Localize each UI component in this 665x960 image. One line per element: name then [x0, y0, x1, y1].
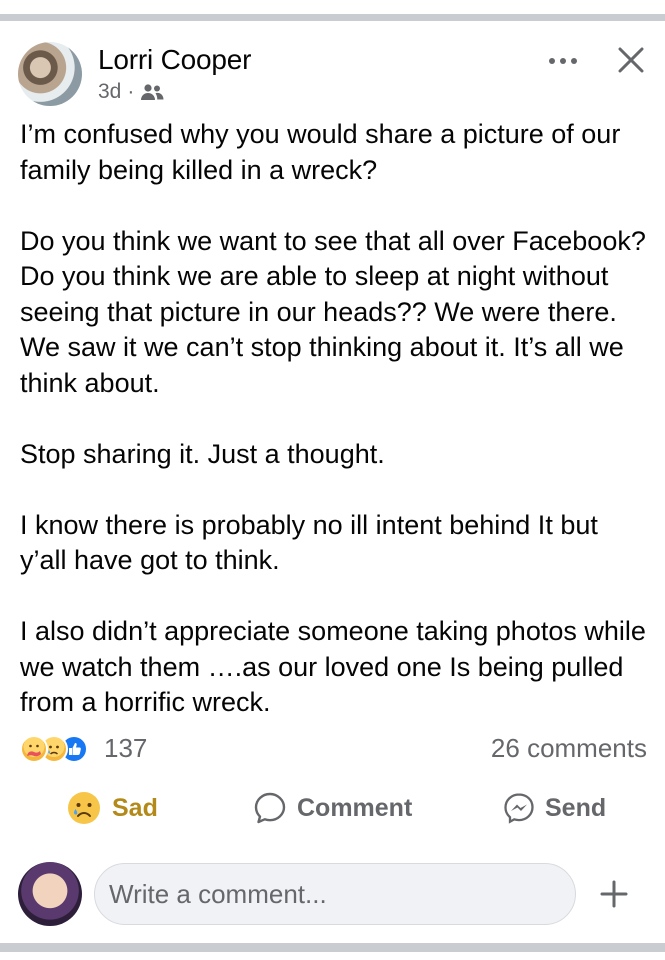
comment-composer — [18, 862, 648, 926]
care-reaction-icon — [20, 735, 48, 763]
post-header: Lorri Cooper 3d · — [18, 42, 648, 108]
top-divider — [0, 14, 665, 21]
comment-label: Comment — [297, 793, 413, 822]
author-name[interactable]: Lorri Cooper — [98, 44, 251, 76]
sad-face-icon — [66, 790, 102, 826]
comment-count[interactable]: 26 comments — [491, 733, 647, 764]
reactions-summary: 137 26 comments — [20, 733, 647, 765]
post-paragraph: Do you think we want to see that all ove… — [20, 225, 646, 398]
plus-icon[interactable] — [596, 876, 632, 912]
messenger-icon — [503, 792, 535, 824]
post-actions: Sad Comment Send — [0, 786, 665, 830]
current-user-avatar[interactable] — [18, 862, 82, 926]
post-meta: 3d · — [98, 80, 164, 104]
reaction-icons[interactable] — [20, 735, 110, 765]
friends-icon — [140, 83, 164, 101]
post-paragraph: I also didn’t appreciate someone taking … — [20, 616, 646, 717]
post-paragraph: Stop sharing it. Just a thought. — [20, 438, 385, 469]
author-avatar[interactable] — [18, 42, 82, 106]
comment-icon — [253, 791, 287, 825]
post-paragraph: I know there is probably no ill intent b… — [20, 509, 598, 576]
post-age[interactable]: 3d — [98, 80, 121, 104]
meta-separator: · — [127, 80, 135, 103]
send-button[interactable]: Send — [503, 786, 606, 830]
close-icon[interactable] — [613, 42, 649, 78]
more-options-icon[interactable] — [543, 46, 583, 76]
post-text: I’m confused why you would share a pictu… — [20, 117, 650, 721]
post-paragraph: I’m confused why you would share a pictu… — [20, 119, 621, 185]
comment-button[interactable]: Comment — [253, 786, 412, 830]
sad-label: Sad — [112, 793, 158, 822]
bottom-divider — [0, 943, 665, 952]
reaction-count[interactable]: 137 — [104, 733, 147, 764]
sad-reaction-button[interactable]: Sad — [66, 786, 158, 830]
comment-input[interactable] — [94, 863, 576, 925]
send-label: Send — [545, 793, 607, 822]
